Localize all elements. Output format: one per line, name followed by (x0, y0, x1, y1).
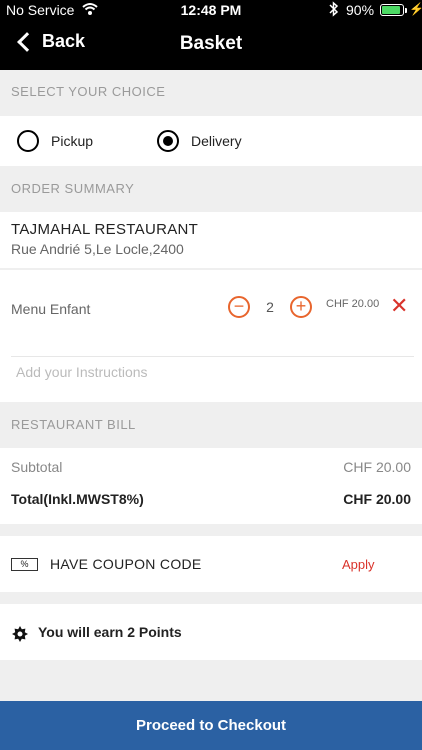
item-name: Menu Enfant (11, 301, 91, 317)
total-value: CHF 20.00 (343, 491, 411, 507)
delivery-radio[interactable]: Delivery (157, 130, 242, 152)
subtotal-value: CHF 20.00 (343, 459, 411, 475)
decrease-quantity-button[interactable]: − (228, 296, 250, 318)
pickup-label: Pickup (51, 133, 94, 149)
restaurant-name: TAJMAHAL RESTAURANT (11, 221, 199, 238)
status-bar: No Service 12:48 PM 90% ⚡ (0, 0, 422, 20)
charging-icon: ⚡ (409, 2, 422, 16)
item-quantity: 2 (266, 299, 274, 315)
battery-percent: 90% (346, 2, 375, 18)
proceed-to-checkout-button[interactable]: Proceed to Checkout (0, 701, 422, 750)
coupon-icon: % (11, 558, 38, 571)
total-label: Total(Inkl.MWST8%) (11, 491, 144, 507)
radio-selected-icon (157, 130, 179, 152)
apply-coupon-button[interactable]: Apply (342, 557, 375, 572)
item-price: CHF 20.00 (326, 298, 380, 310)
bill-section-header: RESTAURANT BILL (0, 402, 422, 448)
radio-unselected-icon (17, 130, 39, 152)
restaurant-info: TAJMAHAL RESTAURANT Rue Andrié 5,Le Locl… (0, 212, 422, 268)
coupon-panel: % HAVE COUPON CODE Apply (0, 536, 422, 592)
subtotal-label: Subtotal (11, 459, 63, 475)
choice-panel: Pickup Delivery (0, 116, 422, 166)
divider (11, 356, 414, 357)
page-title: Basket (179, 33, 243, 54)
points-panel: You will earn 2 Points (0, 604, 422, 660)
restaurant-address: Rue Andrié 5,Le Locle,2400 (11, 241, 184, 257)
order-section-header: ORDER SUMMARY (0, 166, 422, 212)
nav-bar: Back Basket (0, 20, 422, 70)
order-item: Menu Enfant − 2 + CHF 20.00 ✕ (0, 270, 422, 402)
coupon-label: HAVE COUPON CODE (50, 556, 202, 572)
choice-section-header: SELECT YOUR CHOICE (0, 70, 422, 116)
badge-icon (11, 625, 29, 643)
bluetooth-icon (328, 1, 340, 20)
delivery-label: Delivery (191, 133, 242, 149)
instructions-input[interactable] (16, 364, 411, 380)
points-text: You will earn 2 Points (38, 624, 182, 640)
pickup-radio[interactable]: Pickup (17, 130, 93, 152)
remove-item-button[interactable]: ✕ (390, 293, 408, 319)
bill-panel: Subtotal CHF 20.00 Total(Inkl.MWST8%) CH… (0, 448, 422, 524)
battery-icon (380, 4, 407, 16)
increase-quantity-button[interactable]: + (290, 296, 312, 318)
